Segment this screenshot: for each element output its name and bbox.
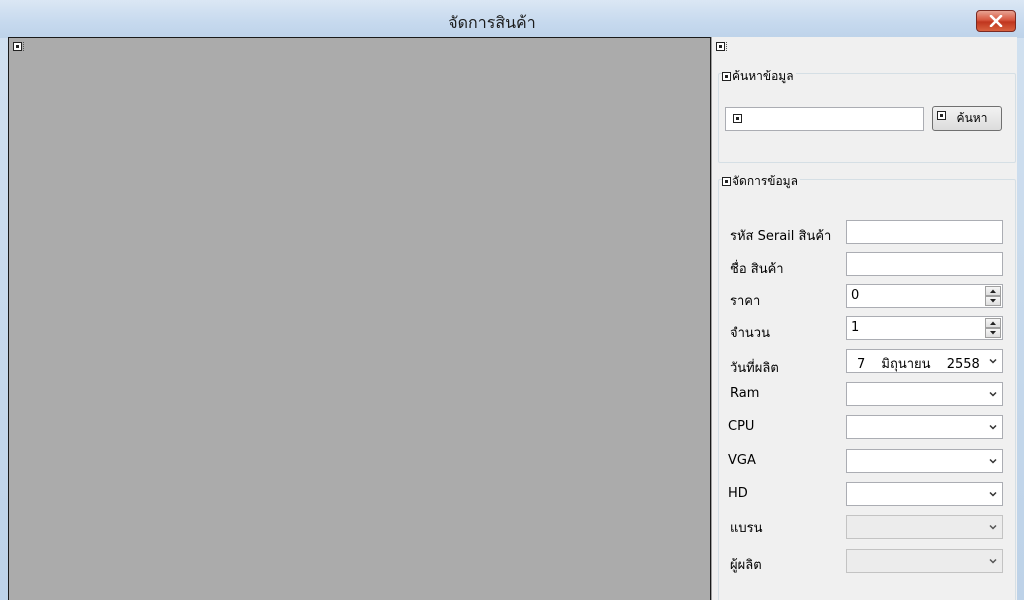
serial-input[interactable]	[846, 220, 1003, 244]
price-label: ราคา	[730, 294, 761, 309]
quantity-label: จำนวน	[730, 326, 770, 341]
date-month: มิถุนายน	[881, 357, 931, 372]
chevron-down-icon	[989, 491, 997, 497]
search-input[interactable]	[725, 107, 924, 131]
chevron-down-icon	[989, 524, 997, 530]
mfg-date-label: วันที่ผลิต	[730, 361, 779, 376]
search-button[interactable]: ค้นหา	[932, 106, 1002, 131]
close-x-icon	[977, 11, 1015, 31]
name-input[interactable]	[846, 252, 1003, 276]
close-button[interactable]	[976, 10, 1016, 32]
designer-control-placeholder-icon	[937, 111, 946, 120]
cpu-select[interactable]	[846, 415, 1003, 439]
hd-select[interactable]	[846, 482, 1003, 506]
name-label: ชื่อ สินค้า	[730, 262, 784, 277]
data-group-title: จัดการข้อมูล	[722, 172, 800, 191]
main-canvas-area[interactable]	[8, 37, 711, 600]
chevron-down-icon	[989, 558, 997, 564]
title-bar[interactable]: จัดการสินค้า	[0, 0, 1024, 38]
date-year: 2558	[946, 357, 980, 372]
price-numeric-input[interactable]: 0	[846, 284, 1003, 308]
brand-select[interactable]	[846, 515, 1003, 539]
mfg-date-picker[interactable]: 7 มิถุนายน 2558	[846, 349, 1003, 373]
designer-control-placeholder-icon	[722, 72, 731, 81]
hd-label: HD	[728, 486, 748, 501]
date-day: 7	[857, 357, 866, 372]
vga-select[interactable]	[846, 449, 1003, 473]
chevron-down-icon[interactable]	[989, 357, 997, 365]
vga-label: VGA	[728, 453, 756, 468]
cpu-label: CPU	[728, 419, 755, 434]
canvas-placeholder-icon	[13, 42, 25, 57]
designer-control-placeholder-icon	[733, 114, 742, 123]
serial-label: รหัส Serail สินค้า	[730, 229, 832, 244]
brand-label: แบรน	[730, 521, 763, 536]
quantity-numeric-input[interactable]: 1	[846, 316, 1003, 340]
chevron-down-icon	[989, 458, 997, 464]
panel-placeholder-icon	[716, 42, 728, 57]
maker-select[interactable]	[846, 549, 1003, 573]
window-title: จัดการสินค้า	[448, 13, 536, 32]
quantity-spinner[interactable]	[985, 318, 1001, 338]
ram-select[interactable]	[846, 382, 1003, 406]
price-spinner[interactable]	[985, 286, 1001, 306]
spin-down-arrow-icon[interactable]	[985, 328, 1001, 338]
designer-control-placeholder-icon	[722, 177, 731, 186]
spin-up-arrow-icon[interactable]	[985, 318, 1001, 328]
maker-label: ผู้ผลิต	[730, 558, 762, 573]
ram-label: Ram	[730, 386, 760, 401]
spin-down-arrow-icon[interactable]	[985, 296, 1001, 306]
spin-up-arrow-icon[interactable]	[985, 286, 1001, 296]
search-group-title: ค้นหาข้อมูล	[722, 67, 796, 86]
chevron-down-icon	[989, 391, 997, 397]
chevron-down-icon	[989, 424, 997, 430]
app-window: จัดการสินค้า ค้นหาข้อมูล ค้นหา จัดการข้อ…	[0, 0, 1024, 600]
